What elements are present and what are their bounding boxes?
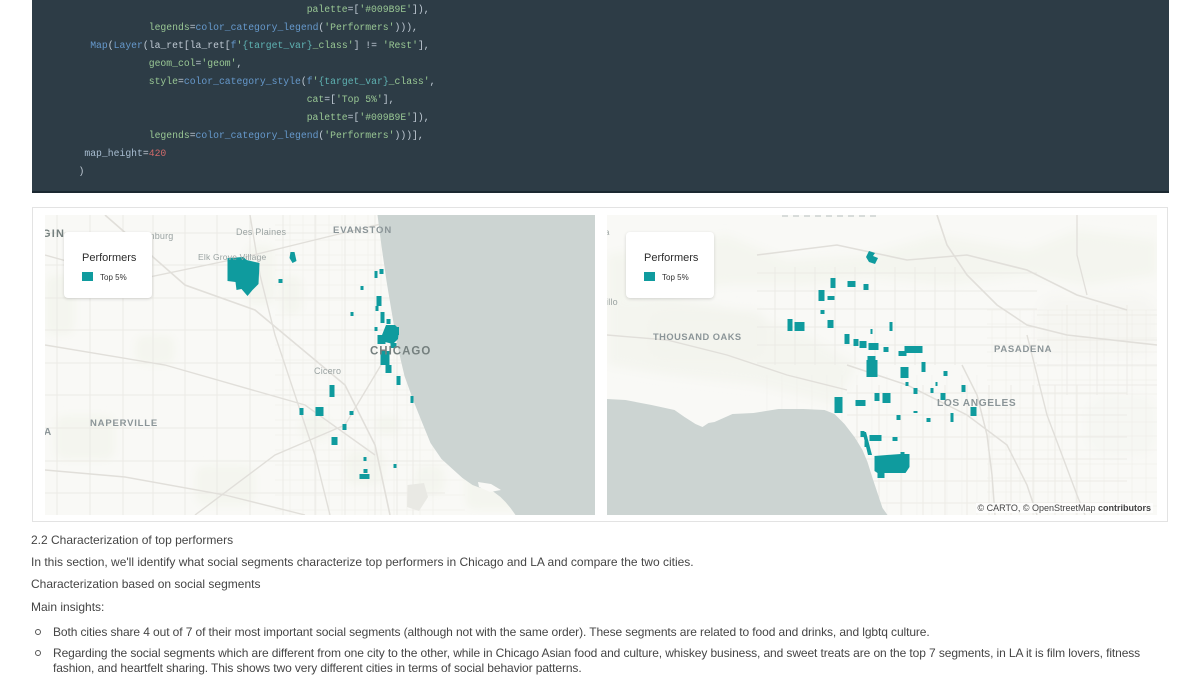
svg-text:LOS ANGELES: LOS ANGELES bbox=[937, 398, 1016, 409]
svg-text:A: A bbox=[45, 427, 52, 438]
svg-text:GIN: GIN bbox=[45, 228, 65, 240]
svg-text:Des Plaines: Des Plaines bbox=[236, 227, 287, 237]
svg-text:PASADENA: PASADENA bbox=[994, 344, 1052, 355]
svg-text:NAPERVILLE: NAPERVILLE bbox=[90, 418, 158, 429]
svg-text:Cicero: Cicero bbox=[314, 366, 341, 376]
svg-text:EVANSTON: EVANSTON bbox=[333, 225, 392, 236]
svg-text:CHICAGO: CHICAGO bbox=[370, 346, 431, 358]
svg-text:illo: illo bbox=[607, 297, 618, 307]
svg-text:THOUSAND OAKS: THOUSAND OAKS bbox=[653, 332, 742, 342]
svg-text:Elk Grove Village: Elk Grove Village bbox=[198, 252, 267, 262]
